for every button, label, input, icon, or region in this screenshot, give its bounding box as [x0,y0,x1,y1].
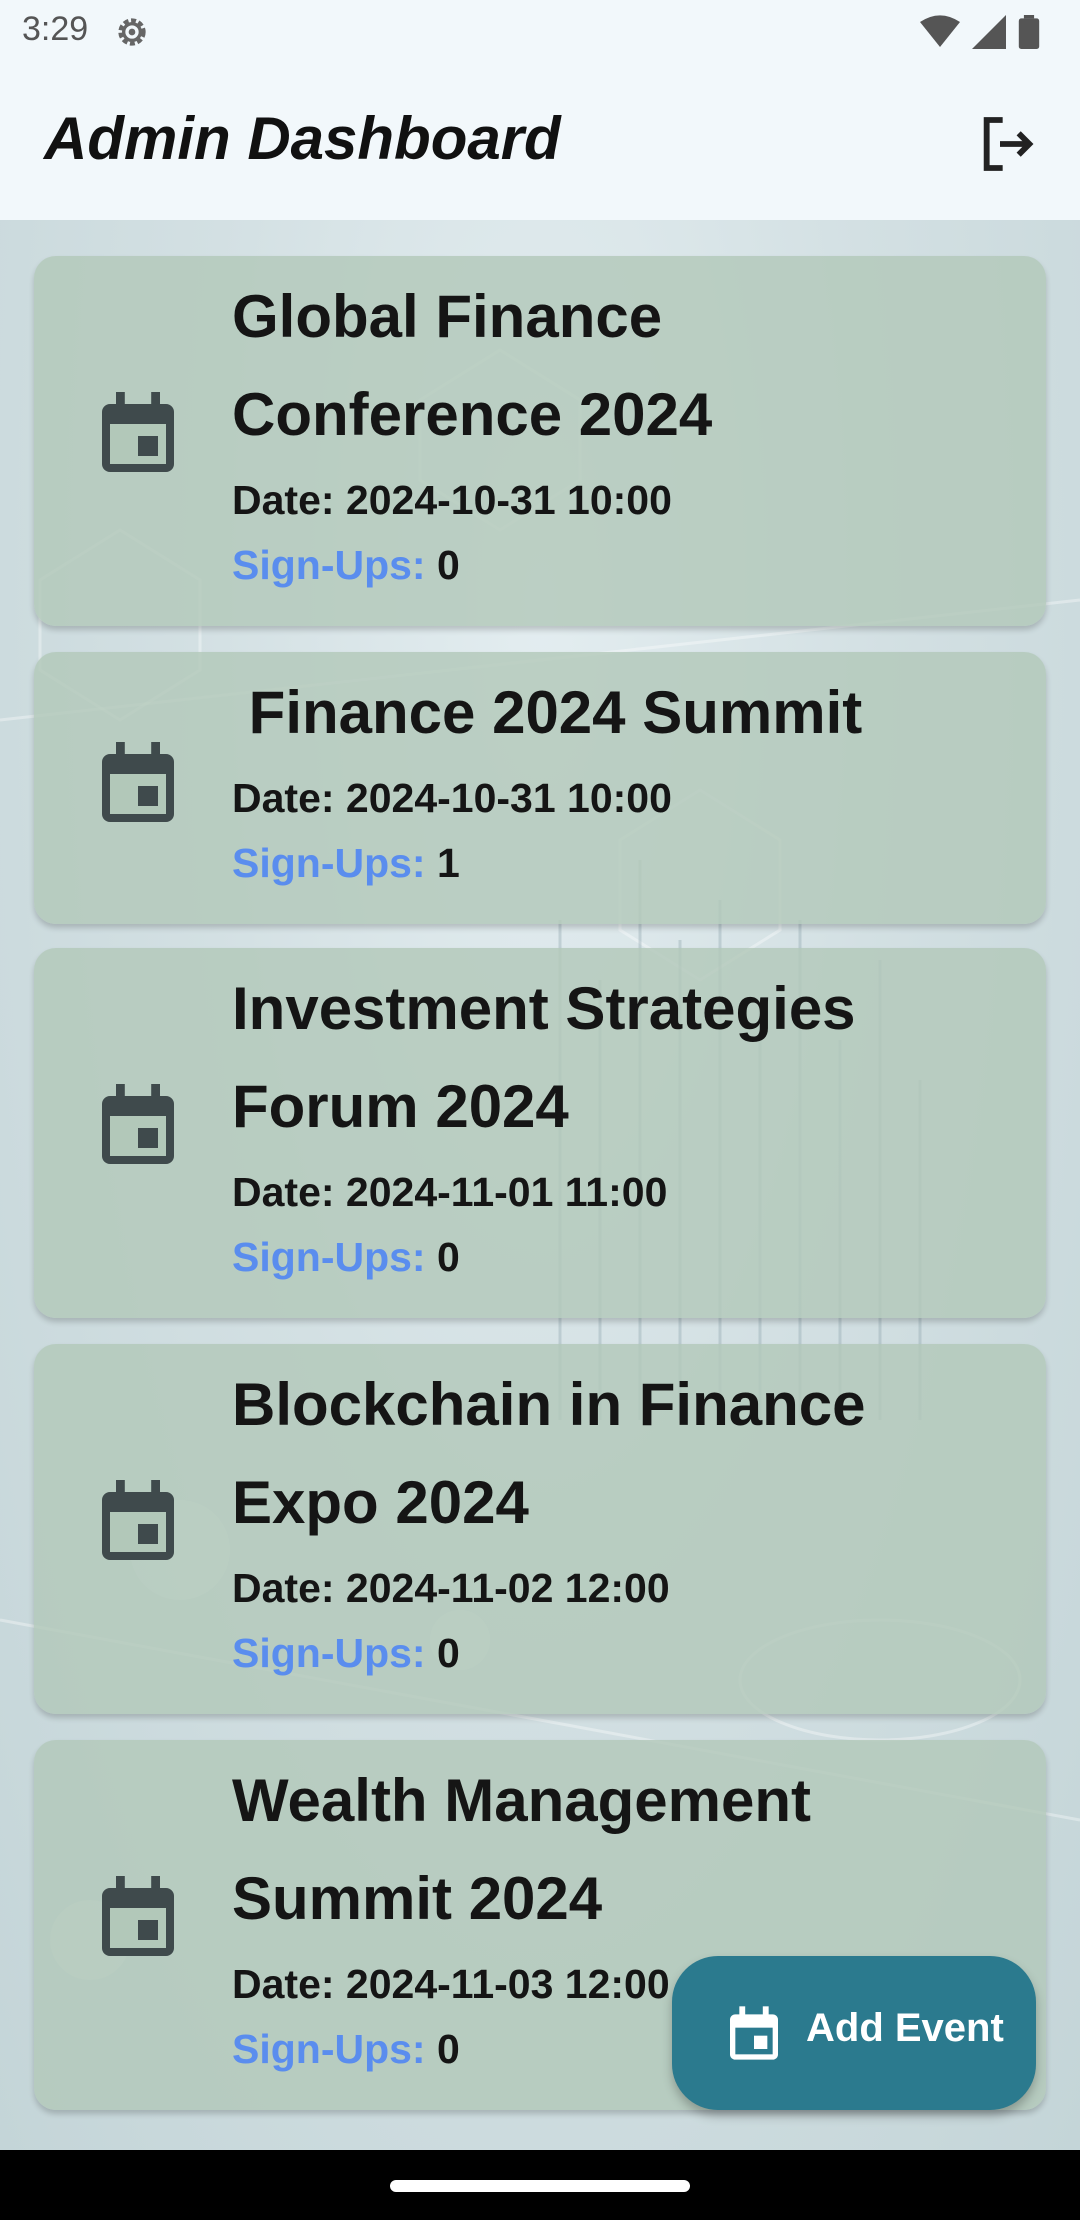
event-date: Date: 2024-10-31 10:00 [232,477,672,523]
event-name: Summit 2024 [232,1865,603,1932]
page-title: Admin Dashboard [44,105,561,172]
event-signups: Sign-Ups: 0 [232,1224,1006,1290]
logout-icon[interactable] [976,112,1040,176]
status-bar: 3:29 [0,0,1080,66]
app-bar: Admin Dashboard [0,66,1080,220]
event-details: Global Finance Conference 2024 Date: 2024-… [232,268,1006,598]
event-card[interactable]: Finance 2024 Summit Date: 2024-10-31 10:0… [34,652,1046,924]
event-signups: Sign-Ups: 0 [232,532,1006,598]
event-name: Wealth Management [232,1767,811,1834]
event-card[interactable]: Investment Strategies Forum 2024 Date: 202… [34,948,1046,1318]
signups-count: 0 [437,1234,460,1280]
navigation-bar [0,2150,1080,2220]
event-card[interactable]: Blockchain in Finance Expo 2024 Date: 2024… [34,1344,1046,1714]
event-date: Date: 2024-11-01 11:00 [232,1169,668,1215]
signups-count: 0 [437,2026,460,2072]
signups-label: Sign-Ups: [232,1234,426,1280]
event-name: Conference 2024 [232,381,713,448]
status-time: 3:29 [22,10,89,48]
calendar-icon [102,1480,174,1560]
event-signups: Sign-Ups: 0 [232,1620,1006,1686]
event-name: Finance 2024 Summit [232,679,863,746]
battery-icon [1018,15,1040,49]
event-name: Investment Strategies [232,975,856,1042]
event-signups: Sign-Ups: 1 [232,830,1006,896]
add-event-label: Add Event [806,2006,1004,2050]
signups-count: 1 [437,840,460,886]
wifi-icon [920,15,960,48]
add-event-button[interactable]: Add Event [672,1956,1036,2110]
signups-count: 0 [437,1630,460,1676]
calendar-icon [730,2006,778,2060]
signups-label: Sign-Ups: [232,2026,426,2072]
calendar-icon [102,1084,174,1164]
event-details: Finance 2024 Summit Date: 2024-10-31 10:0… [232,664,1006,896]
calendar-icon [102,1876,174,1956]
signups-count: 0 [437,542,460,588]
event-card[interactable]: Global Finance Conference 2024 Date: 2024-… [34,256,1046,626]
event-date: Date: 2024-10-31 10:00 [232,775,672,821]
signups-label: Sign-Ups: [232,840,426,886]
event-name: Blockchain in Finance [232,1371,866,1438]
event-details: Blockchain in Finance Expo 2024 Date: 2024… [232,1356,1006,1686]
signal-icon [972,15,1006,49]
event-date: Date: 2024-11-02 12:00 [232,1565,670,1611]
calendar-icon [102,392,174,472]
event-name: Global Finance [232,283,663,350]
home-handle[interactable] [390,2180,690,2192]
event-name: Expo 2024 [232,1469,529,1536]
event-details: Investment Strategies Forum 2024 Date: 202… [232,960,1006,1290]
calendar-icon [102,742,174,822]
signups-label: Sign-Ups: [232,542,426,588]
settings-gear-icon [118,18,146,46]
event-name: Forum 2024 [232,1073,569,1140]
signups-label: Sign-Ups: [232,1630,426,1676]
